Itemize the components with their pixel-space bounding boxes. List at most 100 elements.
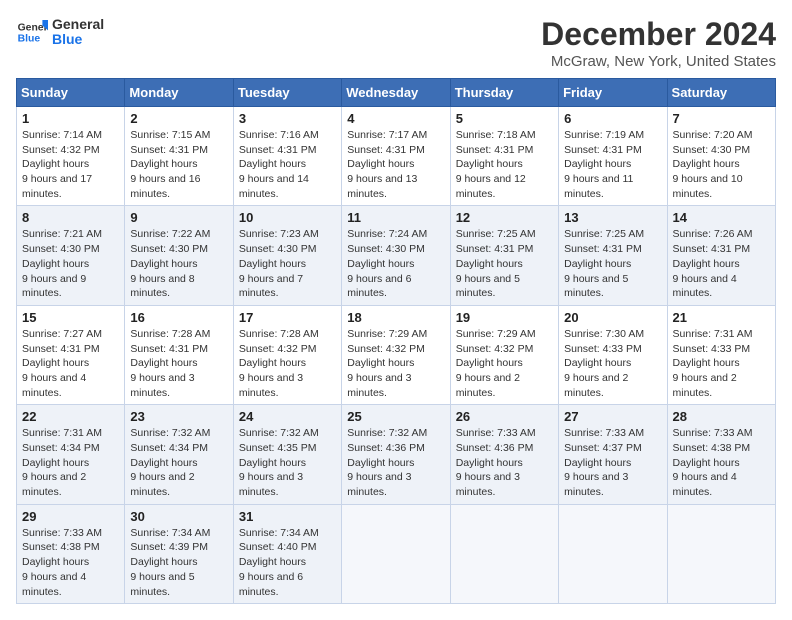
sunrise-label: Sunrise: 7:31 AM [22, 427, 102, 439]
daylight-label: Daylight hours [239, 357, 306, 369]
day-info: Sunrise: 7:27 AM Sunset: 4:31 PM Dayligh… [22, 327, 119, 400]
calendar-cell: 22 Sunrise: 7:31 AM Sunset: 4:34 PM Dayl… [17, 405, 125, 504]
day-info: Sunrise: 7:34 AM Sunset: 4:40 PM Dayligh… [239, 526, 336, 599]
weekday-header-friday: Friday [559, 79, 667, 107]
day-info: Sunrise: 7:15 AM Sunset: 4:31 PM Dayligh… [130, 128, 227, 201]
calendar-cell: 29 Sunrise: 7:33 AM Sunset: 4:38 PM Dayl… [17, 504, 125, 603]
day-info: Sunrise: 7:19 AM Sunset: 4:31 PM Dayligh… [564, 128, 661, 201]
calendar-cell: 25 Sunrise: 7:32 AM Sunset: 4:36 PM Dayl… [342, 405, 450, 504]
sunrise-label: Sunrise: 7:23 AM [239, 228, 319, 240]
calendar-cell: 8 Sunrise: 7:21 AM Sunset: 4:30 PM Dayli… [17, 206, 125, 305]
sunrise-label: Sunrise: 7:27 AM [22, 328, 102, 340]
sunset-label: Sunset: 4:35 PM [239, 442, 317, 454]
logo-blue: Blue [52, 32, 104, 47]
sunrise-label: Sunrise: 7:29 AM [456, 328, 536, 340]
daylight-value: 9 hours and 3 minutes. [347, 471, 411, 498]
daylight-value: 9 hours and 2 minutes. [673, 372, 737, 399]
sunrise-label: Sunrise: 7:15 AM [130, 129, 210, 141]
calendar: SundayMondayTuesdayWednesdayThursdayFrid… [16, 78, 776, 604]
day-info: Sunrise: 7:25 AM Sunset: 4:31 PM Dayligh… [564, 227, 661, 300]
daylight-value: 9 hours and 16 minutes. [130, 173, 200, 200]
calendar-cell: 24 Sunrise: 7:32 AM Sunset: 4:35 PM Dayl… [233, 405, 341, 504]
day-number: 21 [673, 310, 770, 325]
sunset-label: Sunset: 4:31 PM [564, 243, 642, 255]
day-number: 28 [673, 409, 770, 424]
sunset-label: Sunset: 4:30 PM [130, 243, 208, 255]
day-info: Sunrise: 7:28 AM Sunset: 4:31 PM Dayligh… [130, 327, 227, 400]
daylight-label: Daylight hours [130, 258, 197, 270]
sunset-label: Sunset: 4:30 PM [22, 243, 100, 255]
calendar-cell: 19 Sunrise: 7:29 AM Sunset: 4:32 PM Dayl… [450, 305, 558, 404]
daylight-label: Daylight hours [564, 357, 631, 369]
weekday-header-sunday: Sunday [17, 79, 125, 107]
sunrise-label: Sunrise: 7:17 AM [347, 129, 427, 141]
day-number: 29 [22, 509, 119, 524]
sunrise-label: Sunrise: 7:25 AM [564, 228, 644, 240]
sunrise-label: Sunrise: 7:33 AM [673, 427, 753, 439]
daylight-value: 9 hours and 11 minutes. [564, 173, 633, 200]
sunset-label: Sunset: 4:39 PM [130, 541, 208, 553]
weekday-header-wednesday: Wednesday [342, 79, 450, 107]
sunset-label: Sunset: 4:32 PM [456, 343, 534, 355]
daylight-label: Daylight hours [130, 457, 197, 469]
day-info: Sunrise: 7:25 AM Sunset: 4:31 PM Dayligh… [456, 227, 553, 300]
day-info: Sunrise: 7:32 AM Sunset: 4:35 PM Dayligh… [239, 426, 336, 499]
day-info: Sunrise: 7:16 AM Sunset: 4:31 PM Dayligh… [239, 128, 336, 201]
day-number: 13 [564, 210, 661, 225]
calendar-cell: 17 Sunrise: 7:28 AM Sunset: 4:32 PM Dayl… [233, 305, 341, 404]
daylight-label: Daylight hours [673, 457, 740, 469]
sunset-label: Sunset: 4:30 PM [673, 144, 751, 156]
sunrise-label: Sunrise: 7:26 AM [673, 228, 753, 240]
sunset-label: Sunset: 4:31 PM [22, 343, 100, 355]
sunset-label: Sunset: 4:32 PM [347, 343, 425, 355]
sunrise-label: Sunrise: 7:33 AM [22, 527, 102, 539]
sunrise-label: Sunrise: 7:18 AM [456, 129, 536, 141]
daylight-label: Daylight hours [239, 457, 306, 469]
day-number: 23 [130, 409, 227, 424]
sunrise-label: Sunrise: 7:20 AM [673, 129, 753, 141]
calendar-cell [342, 504, 450, 603]
sunset-label: Sunset: 4:36 PM [456, 442, 534, 454]
day-number: 17 [239, 310, 336, 325]
sunrise-label: Sunrise: 7:32 AM [130, 427, 210, 439]
sunrise-label: Sunrise: 7:33 AM [456, 427, 536, 439]
sunset-label: Sunset: 4:31 PM [456, 144, 534, 156]
calendar-cell: 28 Sunrise: 7:33 AM Sunset: 4:38 PM Dayl… [667, 405, 775, 504]
sunset-label: Sunset: 4:31 PM [456, 243, 534, 255]
daylight-label: Daylight hours [239, 158, 306, 170]
week-row-5: 29 Sunrise: 7:33 AM Sunset: 4:38 PM Dayl… [17, 504, 776, 603]
day-number: 2 [130, 111, 227, 126]
sunset-label: Sunset: 4:31 PM [130, 144, 208, 156]
day-number: 24 [239, 409, 336, 424]
day-number: 7 [673, 111, 770, 126]
weekday-header-tuesday: Tuesday [233, 79, 341, 107]
sunrise-label: Sunrise: 7:28 AM [130, 328, 210, 340]
day-info: Sunrise: 7:26 AM Sunset: 4:31 PM Dayligh… [673, 227, 770, 300]
daylight-label: Daylight hours [347, 357, 414, 369]
daylight-value: 9 hours and 8 minutes. [130, 273, 194, 300]
sunset-label: Sunset: 4:30 PM [347, 243, 425, 255]
daylight-label: Daylight hours [22, 357, 89, 369]
day-number: 15 [22, 310, 119, 325]
calendar-cell: 16 Sunrise: 7:28 AM Sunset: 4:31 PM Dayl… [125, 305, 233, 404]
sunset-label: Sunset: 4:36 PM [347, 442, 425, 454]
daylight-label: Daylight hours [673, 258, 740, 270]
day-info: Sunrise: 7:33 AM Sunset: 4:38 PM Dayligh… [22, 526, 119, 599]
day-number: 3 [239, 111, 336, 126]
daylight-value: 9 hours and 3 minutes. [564, 471, 628, 498]
calendar-cell: 18 Sunrise: 7:29 AM Sunset: 4:32 PM Dayl… [342, 305, 450, 404]
sunrise-label: Sunrise: 7:16 AM [239, 129, 319, 141]
calendar-cell: 4 Sunrise: 7:17 AM Sunset: 4:31 PM Dayli… [342, 107, 450, 206]
weekday-header-row: SundayMondayTuesdayWednesdayThursdayFrid… [17, 79, 776, 107]
day-number: 9 [130, 210, 227, 225]
calendar-cell: 9 Sunrise: 7:22 AM Sunset: 4:30 PM Dayli… [125, 206, 233, 305]
sunrise-label: Sunrise: 7:30 AM [564, 328, 644, 340]
daylight-value: 9 hours and 3 minutes. [456, 471, 520, 498]
logo-icon: General Blue [16, 16, 48, 48]
day-info: Sunrise: 7:17 AM Sunset: 4:31 PM Dayligh… [347, 128, 444, 201]
calendar-cell: 2 Sunrise: 7:15 AM Sunset: 4:31 PM Dayli… [125, 107, 233, 206]
daylight-label: Daylight hours [130, 556, 197, 568]
calendar-cell: 27 Sunrise: 7:33 AM Sunset: 4:37 PM Dayl… [559, 405, 667, 504]
day-info: Sunrise: 7:29 AM Sunset: 4:32 PM Dayligh… [456, 327, 553, 400]
daylight-label: Daylight hours [456, 457, 523, 469]
